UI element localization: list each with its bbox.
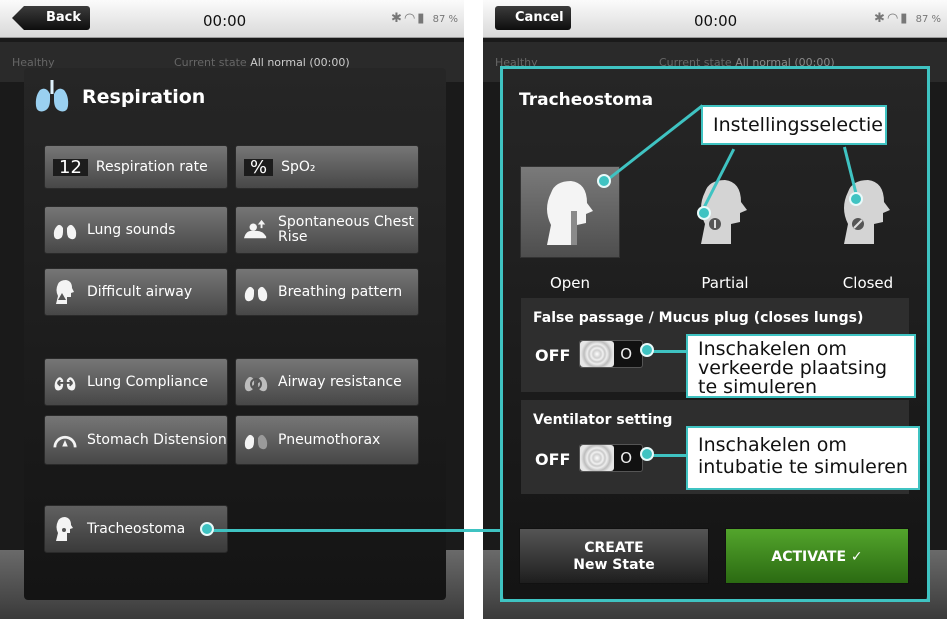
dialog-title: Respiration [82,86,206,108]
back-button[interactable]: Back [12,6,90,30]
chest-rise-icon [244,218,268,242]
callout-line-text: intubatie te simuleren [698,456,908,478]
callout-false-passage: Inschakelen om verkeerde plaatsing te si… [686,334,916,398]
status-bar: Back 00:00 ✱◠▮ 87 % [0,0,464,38]
airway-warning-icon [53,280,77,304]
tracheostoma-head-icon [53,517,77,541]
tile-label: Pneumothorax [278,431,381,448]
pneumothorax-icon [244,428,268,452]
connector-line [210,529,500,532]
status-bar: Cancel 00:00 ✱◠▮ 87 % [483,0,947,38]
tile-label: SpO₂ [281,158,316,175]
airway-resistance-icon [244,370,268,394]
callout-setting-selection: Instellingsselectie [701,105,887,145]
clock: 00:00 [203,12,247,30]
callout-line-text: Inschakelen om [698,434,847,456]
wifi-icon: ◠ [403,11,418,26]
callout-dot [849,192,863,206]
callout-ventilator: Inschakelen om intubatie te simuleren [686,426,920,490]
callout-dot [697,206,711,220]
tile-label: Tracheostoma [87,520,186,537]
lungs-icon [34,80,70,114]
lung-sounds-button[interactable]: Lung sounds [44,206,228,254]
connector-dot [200,522,214,536]
tile-label: Breathing pattern [278,283,403,300]
tile-label: Difficult airway [87,283,193,300]
stomach-distension-button[interactable]: Stomach Distension [44,415,228,465]
tile-label: Spontaneous Chest Rise [278,214,414,245]
tile-label: Lung Compliance [87,373,209,390]
callout-line [648,350,688,353]
difficult-airway-button[interactable]: Difficult airway [44,268,228,316]
callout-dot [640,343,654,357]
tile-label: Stomach Distension [87,431,227,448]
lung-compliance-button[interactable]: Lung Compliance [44,358,228,406]
airway-resistance-button[interactable]: Airway resistance [235,358,419,406]
bluetooth-icon: ✱ [874,11,887,26]
tile-label: Lung sounds [87,221,176,238]
callout-dot [640,447,654,461]
respiration-screen: Back 00:00 ✱◠▮ 87 % Healthy Current stat… [0,0,464,619]
status-icons: ✱◠▮ 87 % [874,11,941,26]
respiration-rate-button[interactable]: 12 Respiration rate [44,145,228,189]
tile-label: Respiration rate [95,158,208,175]
battery-percent: 87 % [432,14,458,25]
callout-line-text: te simuleren [698,376,818,398]
cancel-button[interactable]: Cancel [495,6,571,30]
battery-icon: ▮ [900,11,910,26]
stomach-gauge-icon [53,428,77,452]
percent-badge: % [244,158,274,176]
lungs-icon [53,218,77,242]
lungs-icon [244,280,268,304]
battery-percent: 87 % [915,14,941,25]
bluetooth-icon: ✱ [391,11,404,26]
status-icons: ✱◠▮ 87 % [391,11,458,26]
battery-icon: ▮ [417,11,427,26]
lung-compliance-icon [53,370,77,394]
number-badge: 12 [53,158,88,176]
clock: 00:00 [694,12,738,30]
tile-label: Airway resistance [278,373,402,390]
callout-dot [597,174,611,188]
spo2-button[interactable]: % SpO₂ [235,145,419,189]
breathing-pattern-button[interactable]: Breathing pattern [235,268,419,316]
wifi-icon: ◠ [886,11,901,26]
pneumothorax-button[interactable]: Pneumothorax [235,415,419,465]
respiration-dialog: Respiration 12 Respiration rate % SpO₂ L… [24,68,446,600]
spontaneous-chest-rise-button[interactable]: Spontaneous Chest Rise [235,206,419,254]
callout-line [648,454,688,457]
